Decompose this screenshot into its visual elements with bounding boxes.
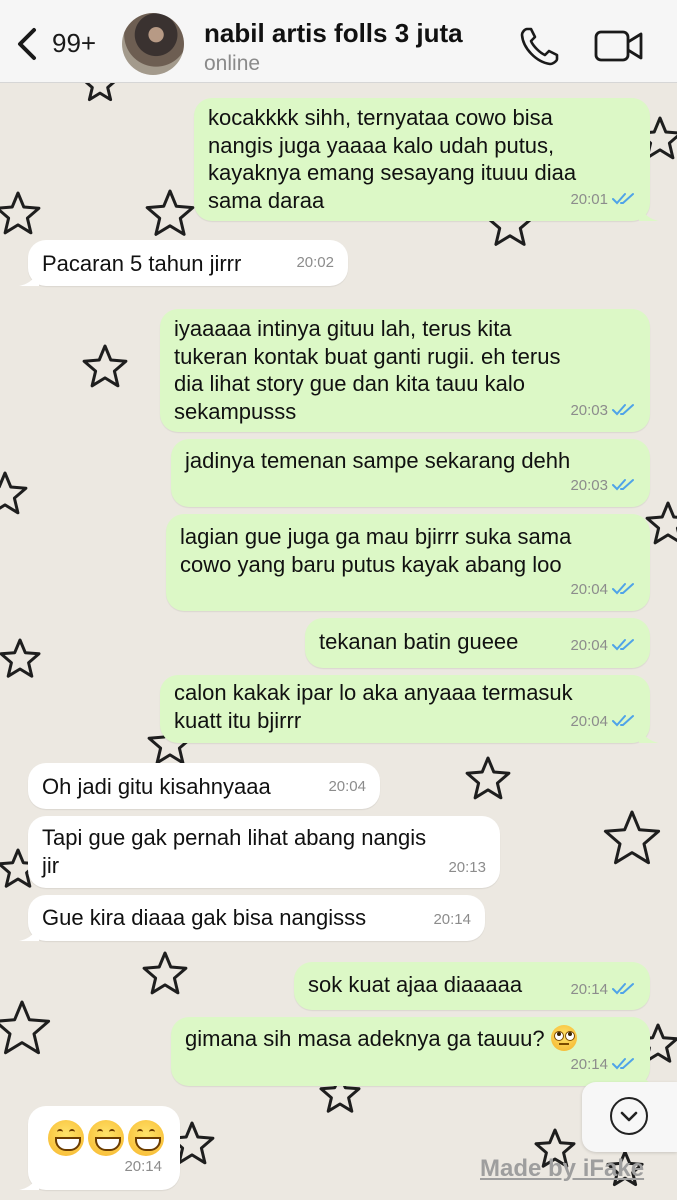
message-meta: 20:04 (570, 632, 636, 660)
message-time: 20:03 (570, 476, 608, 494)
message-time: 20:04 (328, 777, 366, 795)
bubble-tail (19, 921, 39, 941)
message-text: iyaaaaa intinya gituu lah, terus kita tu… (174, 316, 561, 424)
message-time: 20:04 (570, 636, 608, 654)
incoming-message[interactable]: Oh jadi gitu kisahnyaaa 20:04 (28, 763, 380, 809)
bubble-tail (639, 723, 659, 743)
read-receipt-icon (612, 715, 634, 727)
contact-status: online (204, 52, 261, 75)
chevron-down-icon (610, 1097, 648, 1135)
star-icon (465, 756, 511, 800)
message-time: 20:02 (296, 253, 334, 271)
message-text: lagian gue juga ga mau bjirrr suka sama … (180, 524, 572, 577)
outgoing-message[interactable]: sok kuat ajaa diaaaaa 20:14 (294, 962, 650, 1010)
message-meta: 20:03 (570, 472, 636, 500)
message-time: 20:14 (124, 1157, 162, 1175)
star-icon (145, 189, 195, 236)
message-meta: 20:04 (570, 576, 636, 604)
avatar[interactable] (122, 13, 184, 75)
grinning-face-icon (48, 1120, 84, 1156)
message-text: jadinya temenan sampe sekarang dehh (185, 448, 571, 473)
grinning-face-icon (128, 1120, 164, 1156)
message-text: Gue kira diaaa gak bisa nangisss (42, 905, 367, 930)
star-icon (142, 951, 188, 995)
read-receipt-icon (612, 479, 634, 491)
message-time: 20:03 (570, 401, 608, 419)
message-text-content: gimana sih masa adeknya ga tauuu? (185, 1026, 545, 1051)
message-meta: 20:04 (570, 708, 636, 736)
back-chevron-icon[interactable] (14, 24, 42, 64)
message-time: 20:14 (570, 1055, 608, 1073)
message-time: 20:13 (448, 858, 486, 876)
incoming-message[interactable]: Pacaran 5 tahun jirrr 20:02 (19, 240, 348, 286)
message-meta: 20:03 (570, 397, 636, 425)
message-time: 20:14 (433, 910, 471, 928)
unread-count[interactable]: 99+ (52, 28, 96, 59)
message-time: 20:14 (570, 980, 608, 998)
bubble-tail (19, 1170, 39, 1190)
star-icon (82, 344, 128, 388)
message-meta: 20:14 (124, 1153, 162, 1181)
outgoing-message[interactable]: gimana sih masa adeknya ga tauuu? 20:14 (171, 1017, 659, 1086)
watermark: Made by iFake (480, 1155, 645, 1182)
star-icon (0, 1000, 51, 1055)
message-meta: 20:13 (448, 854, 486, 882)
chat-header: 99+ nabil artis folls 3 juta online (0, 0, 677, 83)
incoming-message[interactable]: 20:14 (19, 1106, 180, 1190)
read-receipt-icon (612, 639, 634, 651)
message-meta: 20:01 (570, 186, 636, 214)
outgoing-message[interactable]: tekanan batin gueee 20:04 (305, 618, 650, 668)
message-time: 20:01 (570, 190, 608, 208)
message-text: calon kakak ipar lo aka anyaaa termasuk … (174, 680, 573, 733)
read-receipt-icon (612, 583, 634, 595)
grinning-face-icon (88, 1120, 124, 1156)
star-icon (0, 638, 41, 678)
outgoing-message[interactable]: iyaaaaa intinya gituu lah, terus kita tu… (160, 309, 650, 432)
contact-name[interactable]: nabil artis folls 3 juta (204, 18, 463, 49)
message-meta: 20:14 (570, 976, 636, 1004)
outgoing-message[interactable]: lagian gue juga ga mau bjirrr suka sama … (166, 514, 650, 611)
bubble-tail (19, 266, 39, 286)
message-meta: 20:14 (570, 1051, 636, 1079)
read-receipt-icon (612, 193, 634, 205)
message-text: gimana sih masa adeknya ga tauuu? (185, 1025, 636, 1053)
face-with-rolling-eyes-icon (550, 1025, 577, 1051)
message-time: 20:04 (570, 712, 608, 730)
outgoing-message[interactable]: calon kakak ipar lo aka anyaaa termasuk … (160, 675, 659, 743)
video-call-icon[interactable] (594, 28, 644, 64)
message-text: Oh jadi gitu kisahnyaaa (42, 774, 271, 799)
message-text: Tapi gue gak pernah lihat abang nangis j… (42, 825, 427, 878)
message-meta: 20:14 (433, 906, 471, 934)
outgoing-message[interactable]: jadinya temenan sampe sekarang dehh 20:0… (171, 439, 650, 507)
message-meta: 20:02 (296, 249, 334, 277)
star-icon (0, 191, 41, 235)
incoming-message[interactable]: Tapi gue gak pernah lihat abang nangis j… (28, 816, 500, 888)
phone-call-icon[interactable] (518, 24, 562, 68)
message-time: 20:04 (570, 580, 608, 598)
message-meta: 20:04 (328, 773, 366, 801)
star-icon (645, 501, 677, 545)
incoming-message[interactable]: Gue kira diaaa gak bisa nangisss 20:14 (19, 895, 485, 941)
outgoing-message[interactable]: kocakkkk sihh, ternyataa cowo bisa nangi… (194, 98, 659, 221)
read-receipt-icon (612, 983, 634, 995)
scroll-to-bottom-button[interactable] (582, 1082, 677, 1152)
read-receipt-icon (612, 404, 634, 416)
star-icon (603, 810, 661, 865)
read-receipt-icon (612, 1058, 634, 1070)
bubble-tail (639, 201, 659, 221)
message-text: Pacaran 5 tahun jirrr (42, 251, 242, 276)
star-icon (0, 471, 28, 515)
